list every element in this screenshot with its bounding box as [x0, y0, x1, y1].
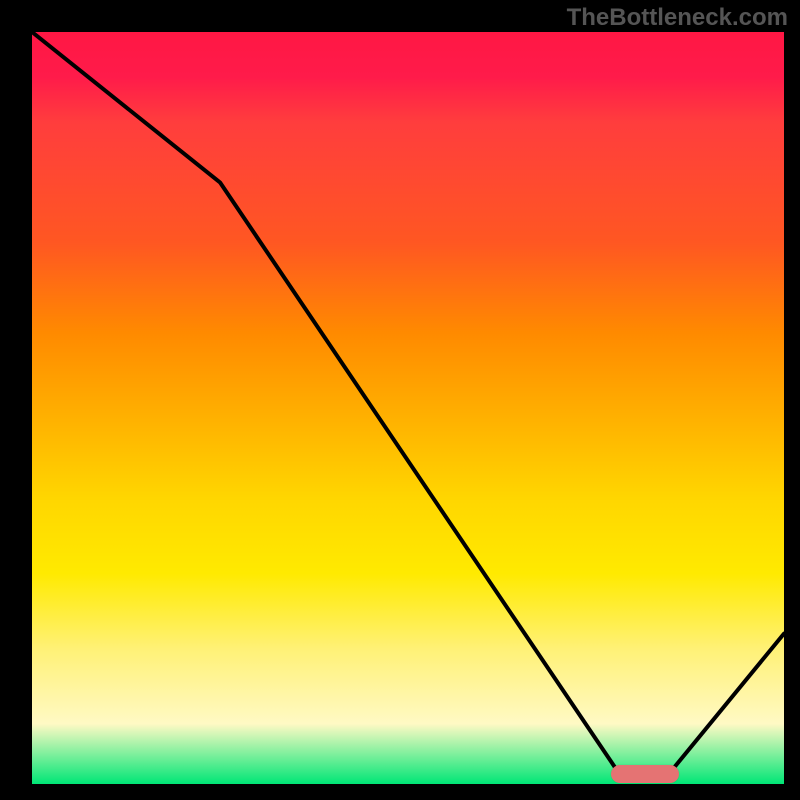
- bottleneck-curve-path: [32, 32, 784, 780]
- plot-area: [32, 32, 784, 784]
- chart-container: TheBottleneck.com: [0, 0, 800, 800]
- watermark-text: TheBottleneck.com: [567, 4, 788, 32]
- curve-svg: [32, 32, 784, 784]
- optimal-range-marker: [611, 765, 679, 783]
